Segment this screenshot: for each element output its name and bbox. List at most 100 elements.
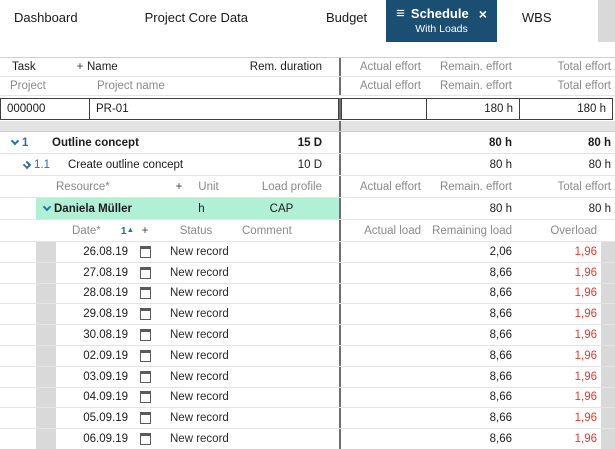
calendar-icon[interactable]: [139, 329, 151, 342]
add-task-icon[interactable]: +: [73, 61, 87, 73]
resource-row-selected[interactable]: Daniela Müller h CAP 80 h 80 h: [0, 198, 615, 220]
scrollbar-track[interactable]: [601, 325, 615, 345]
scrollbar-track[interactable]: [601, 345, 615, 366]
tab-schedule[interactable]: ≡ Schedule × With Loads: [386, 0, 497, 42]
actual-load-cell[interactable]: [341, 242, 427, 262]
calendar-icon[interactable]: [139, 287, 151, 300]
status-cell[interactable]: New record: [156, 371, 236, 383]
sort-ascending-control[interactable]: 1▲: [121, 225, 134, 237]
date-cell[interactable]: 27.08.19: [56, 267, 134, 279]
menu-icon[interactable]: ≡: [396, 6, 405, 21]
calendar-icon[interactable]: [139, 349, 151, 362]
actual-load-cell[interactable]: [341, 284, 427, 304]
calendar-icon[interactable]: [139, 245, 151, 258]
scrollbar-track[interactable]: [601, 262, 615, 283]
status-cell[interactable]: New record: [156, 433, 236, 445]
remaining-load-cell[interactable]: 8,66: [427, 284, 521, 304]
comment-cell[interactable]: [236, 242, 339, 262]
scrollbar-track[interactable]: [601, 366, 615, 387]
actual-load-cell[interactable]: [341, 367, 427, 387]
unit-column-header: Unit: [198, 180, 219, 193]
date-cell[interactable]: 29.08.19: [56, 308, 134, 320]
project-id-field[interactable]: 000000: [0, 97, 90, 120]
remaining-load-cell[interactable]: 8,66: [427, 346, 521, 366]
status-cell[interactable]: New record: [156, 287, 236, 299]
add-load-record-icon[interactable]: +: [134, 225, 156, 237]
date-cell[interactable]: 04.09.19: [56, 391, 134, 403]
comment-cell[interactable]: [236, 346, 339, 366]
resource-load-profile[interactable]: CAP: [224, 203, 339, 215]
resource-name[interactable]: Daniela Müller: [54, 203, 179, 215]
status-cell[interactable]: New record: [156, 308, 236, 320]
comment-cell[interactable]: [236, 429, 339, 449]
remaining-load-cell[interactable]: 8,66: [427, 263, 521, 283]
tab-budget[interactable]: Budget: [326, 0, 367, 25]
date-cell[interactable]: 26.08.19: [56, 246, 134, 258]
scrollbar-track[interactable]: [601, 304, 615, 325]
scrollbar-track[interactable]: [601, 283, 615, 304]
remaining-load-cell[interactable]: 2,06: [427, 242, 521, 262]
task-rem-duration[interactable]: 15 D: [244, 137, 339, 149]
add-resource-icon[interactable]: +: [172, 181, 186, 193]
date-cell[interactable]: 05.09.19: [56, 412, 134, 424]
tab-dashboard[interactable]: Dashboard: [14, 0, 78, 25]
collapse-chevron-icon[interactable]: [36, 202, 54, 212]
project-remain-effort-field[interactable]: 180 h: [426, 97, 520, 120]
actual-load-cell[interactable]: [341, 304, 427, 324]
status-cell[interactable]: New record: [156, 246, 236, 258]
actual-load-cell[interactable]: [341, 429, 427, 449]
status-cell[interactable]: New record: [156, 391, 236, 403]
comment-cell[interactable]: [236, 408, 339, 428]
task-rem-duration[interactable]: 10 D: [244, 159, 339, 171]
status-cell[interactable]: New record: [156, 329, 236, 341]
status-cell[interactable]: New record: [156, 267, 236, 279]
task-name[interactable]: Create outline concept: [68, 159, 244, 171]
date-cell[interactable]: 02.09.19: [56, 350, 134, 362]
task-name[interactable]: Outline concept: [52, 137, 244, 149]
scrollbar-track[interactable]: [601, 408, 615, 429]
actual-load-cell[interactable]: [341, 388, 427, 408]
status-cell[interactable]: New record: [156, 412, 236, 424]
remaining-load-cell[interactable]: 8,66: [427, 429, 521, 449]
tab-project-core-data[interactable]: Project Core Data: [145, 0, 248, 25]
resource-unit[interactable]: h: [179, 203, 224, 215]
comment-cell[interactable]: [236, 263, 339, 283]
project-total-effort-field[interactable]: 180 h: [519, 97, 613, 120]
overload-cell: 1,96: [574, 433, 597, 446]
expand-chevron-icon[interactable]: [20, 160, 34, 169]
comment-cell[interactable]: [236, 284, 339, 304]
comment-cell[interactable]: [236, 304, 339, 324]
comment-cell[interactable]: [236, 325, 339, 345]
actual-load-cell[interactable]: [341, 346, 427, 366]
remaining-load-cell[interactable]: 8,66: [427, 325, 521, 345]
calendar-icon[interactable]: [139, 370, 151, 383]
actual-load-cell[interactable]: [341, 263, 427, 283]
date-cell[interactable]: 28.08.19: [56, 287, 134, 299]
date-cell[interactable]: 30.08.19: [56, 329, 134, 341]
project-name-field[interactable]: PR-01: [89, 97, 339, 120]
scrollbar-track[interactable]: [601, 387, 615, 408]
remaining-load-cell[interactable]: 8,66: [427, 367, 521, 387]
calendar-icon[interactable]: [139, 308, 151, 321]
status-cell[interactable]: New record: [156, 350, 236, 362]
actual-load-cell[interactable]: [341, 408, 427, 428]
close-icon[interactable]: ×: [479, 7, 487, 21]
comment-cell[interactable]: [236, 388, 339, 408]
remaining-load-cell[interactable]: 8,66: [427, 304, 521, 324]
calendar-icon[interactable]: [139, 266, 151, 279]
calendar-icon[interactable]: [139, 412, 151, 425]
tab-wbs[interactable]: WBS: [522, 0, 552, 25]
scrollbar-track[interactable]: [601, 242, 615, 262]
scrollbar-track[interactable]: [601, 429, 615, 449]
remaining-load-cell[interactable]: 8,66: [427, 388, 521, 408]
date-cell[interactable]: 03.09.19: [56, 371, 134, 383]
comment-cell[interactable]: [236, 367, 339, 387]
calendar-icon[interactable]: [139, 433, 151, 446]
remaining-load-cell[interactable]: 8,66: [427, 408, 521, 428]
date-cell[interactable]: 06.09.19: [56, 433, 134, 445]
remaining-load-column-header: Remaining load: [432, 224, 512, 237]
project-actual-effort-field[interactable]: [341, 97, 427, 120]
collapse-chevron-icon[interactable]: [8, 136, 22, 146]
actual-load-cell[interactable]: [341, 325, 427, 345]
calendar-icon[interactable]: [139, 391, 151, 404]
